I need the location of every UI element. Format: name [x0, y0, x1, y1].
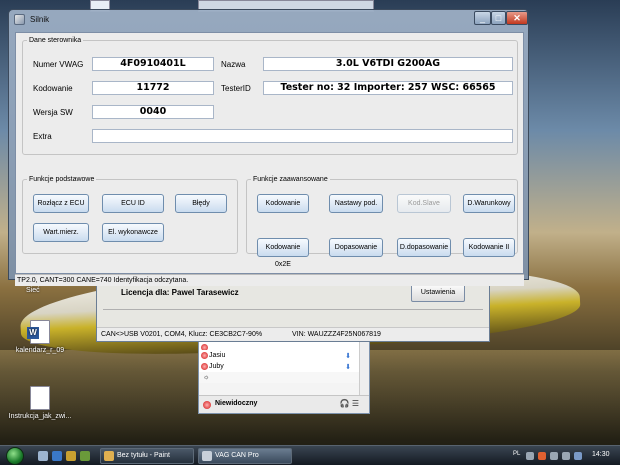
list-item[interactable] — [199, 342, 369, 351]
basic-functions-group: Funkcje podstawowe — [22, 176, 238, 254]
status-flower-icon — [203, 401, 211, 409]
tester-id-label: TesterID — [221, 84, 251, 93]
tray-usb-icon[interactable] — [574, 452, 582, 460]
folder-icon[interactable] — [66, 451, 76, 461]
tray-messenger-icon[interactable] — [538, 452, 546, 460]
taskbar-item-paint[interactable]: Bez tytułu - Paint — [100, 448, 194, 464]
vag-app-icon — [202, 451, 212, 461]
task-label: Bez tytułu - Paint — [117, 452, 170, 459]
contact-item-jasiu[interactable]: Jasiu ⬇ — [199, 350, 369, 361]
tester-id-field[interactable]: Tester no: 32 Importer: 257 WSC: 66565 — [263, 81, 513, 95]
status-bar: TP2.0, CANT=300 CANE=740 Identyfikacja o… — [15, 274, 524, 286]
clock[interactable]: 14:30 — [592, 451, 610, 458]
search-row[interactable]: ☼ — [199, 372, 369, 383]
contact-name: Juby — [209, 363, 224, 370]
paint-icon — [104, 451, 114, 461]
browser-icon[interactable] — [52, 451, 62, 461]
adaptation-button[interactable]: Dopasowanie — [329, 238, 383, 257]
tray-arrow-icon[interactable] — [526, 452, 534, 460]
coding-ii-button[interactable]: Kodowanie II — [463, 238, 515, 257]
taskbar-item-vag-can-pro[interactable]: VAG CAN Pro — [198, 448, 292, 464]
license-label: Licencja dla: Pawel Tarasewicz — [121, 288, 239, 297]
window-title: Silnik — [30, 15, 50, 24]
start-button-icon[interactable] — [6, 447, 24, 465]
show-desktop-icon[interactable] — [38, 451, 48, 461]
numer-vwag-label: Numer VWAG — [33, 60, 84, 69]
sun-icon: ☼ — [203, 374, 210, 381]
actuators-button[interactable]: El. wykonawcze — [102, 223, 164, 242]
errors-button[interactable]: Błędy — [175, 194, 227, 213]
extra-label: Extra — [33, 132, 52, 141]
divider — [103, 309, 483, 310]
connection-status: CAN<>USB V0201, COM4, Klucz: CE3CB2C7-90… — [101, 331, 263, 338]
kodowanie-field[interactable]: 11772 — [92, 81, 214, 95]
silnik-window[interactable]: Silnik _ □ ✕ Dane sterownika Numer VWAG … — [8, 9, 529, 286]
messenger-footer: Niewidoczny 🎧 ☰ — [199, 395, 369, 413]
media-icon[interactable] — [80, 451, 90, 461]
ecu-id-button[interactable]: ECU ID — [102, 194, 164, 213]
ecu-data-legend: Dane sterownika — [29, 37, 82, 44]
minimize-button[interactable]: _ — [474, 11, 491, 25]
slave-coding-button[interactable]: Kod.Slave — [397, 194, 451, 213]
app-icon — [14, 14, 25, 25]
tray-volume-icon[interactable] — [562, 452, 570, 460]
contact-name: Jasiu — [209, 352, 226, 359]
word-document-icon — [27, 320, 50, 344]
task-label: VAG CAN Pro — [215, 452, 259, 459]
maximize-button[interactable]: □ — [491, 11, 506, 25]
desktop-icon-label: kalendarz_r_09 — [15, 347, 65, 354]
connection-statusbar: CAN<>USB V0201, COM4, Klucz: CE3CB2C7-90… — [97, 327, 489, 341]
numer-vwag-field[interactable]: 4F0910401L — [92, 57, 214, 71]
vin-status: VIN: WAUZZZ4F25N067819 — [292, 331, 381, 338]
language-indicator[interactable]: PL — [513, 451, 520, 457]
close-button[interactable]: ✕ — [506, 11, 528, 25]
basic-settings-button[interactable]: Nastawy pod. — [329, 194, 383, 213]
conditional-access-button[interactable]: D.Warunkowy — [463, 194, 515, 213]
taskbar: Bez tytułu - Paint VAG CAN Pro PL 14:30 — [0, 445, 620, 465]
window-client-area: Dane sterownika Numer VWAG 4F0910401L Na… — [15, 32, 524, 274]
headset-icon[interactable]: 🎧 ☰ — [340, 399, 359, 408]
wersja-sw-field[interactable]: 0040 — [92, 105, 214, 119]
advanced-functions-legend: Funkcje zaawansowane — [253, 176, 328, 183]
messenger-window[interactable]: Jasiu ⬇ Juby ⬇ ☼ Niewidoczny 🎧 ☰ — [198, 342, 370, 414]
disconnect-ecu-button[interactable]: Rozłącz z ECU — [33, 194, 89, 213]
kodowanie-label: Kodowanie — [33, 84, 73, 93]
nazwa-label: Nazwa — [221, 60, 246, 69]
contact-status-icon — [201, 352, 208, 359]
basic-functions-legend: Funkcje podstawowe — [29, 176, 95, 183]
presence-status[interactable]: Niewidoczny — [215, 400, 257, 407]
coding-button[interactable]: Kodowanie — [257, 194, 309, 213]
desktop-icon-label: Instrukcja_jak_zwi... — [8, 413, 72, 420]
desktop-network-label[interactable]: Sieć — [26, 287, 40, 294]
desktop-icon-instrukcja[interactable]: Instrukcja_jak_zwi... — [0, 386, 80, 420]
extra-field[interactable] — [92, 129, 513, 143]
title-bar[interactable]: Silnik _ □ ✕ — [9, 10, 528, 30]
coding-0x2e-button[interactable]: Kodowanie 0x2E — [257, 238, 309, 268]
settings-button[interactable]: Ustawienia — [411, 284, 465, 302]
nazwa-field[interactable]: 3.0L V6TDI G200AG — [263, 57, 513, 71]
measured-values-button[interactable]: Wart.mierz. — [33, 223, 89, 242]
contact-item-juby[interactable]: Juby ⬇ — [199, 361, 369, 372]
adaptation-access-button[interactable]: D.dopasowanie — [397, 238, 451, 257]
tray-network-icon[interactable] — [550, 452, 558, 460]
text-document-icon — [30, 386, 50, 410]
desktop-icon-kalendarz[interactable]: kalendarz_r_09 — [0, 320, 80, 354]
wersja-sw-label: Wersja SW — [33, 108, 73, 117]
messenger-scrollbar[interactable] — [359, 342, 369, 395]
contact-status-icon — [201, 363, 208, 370]
